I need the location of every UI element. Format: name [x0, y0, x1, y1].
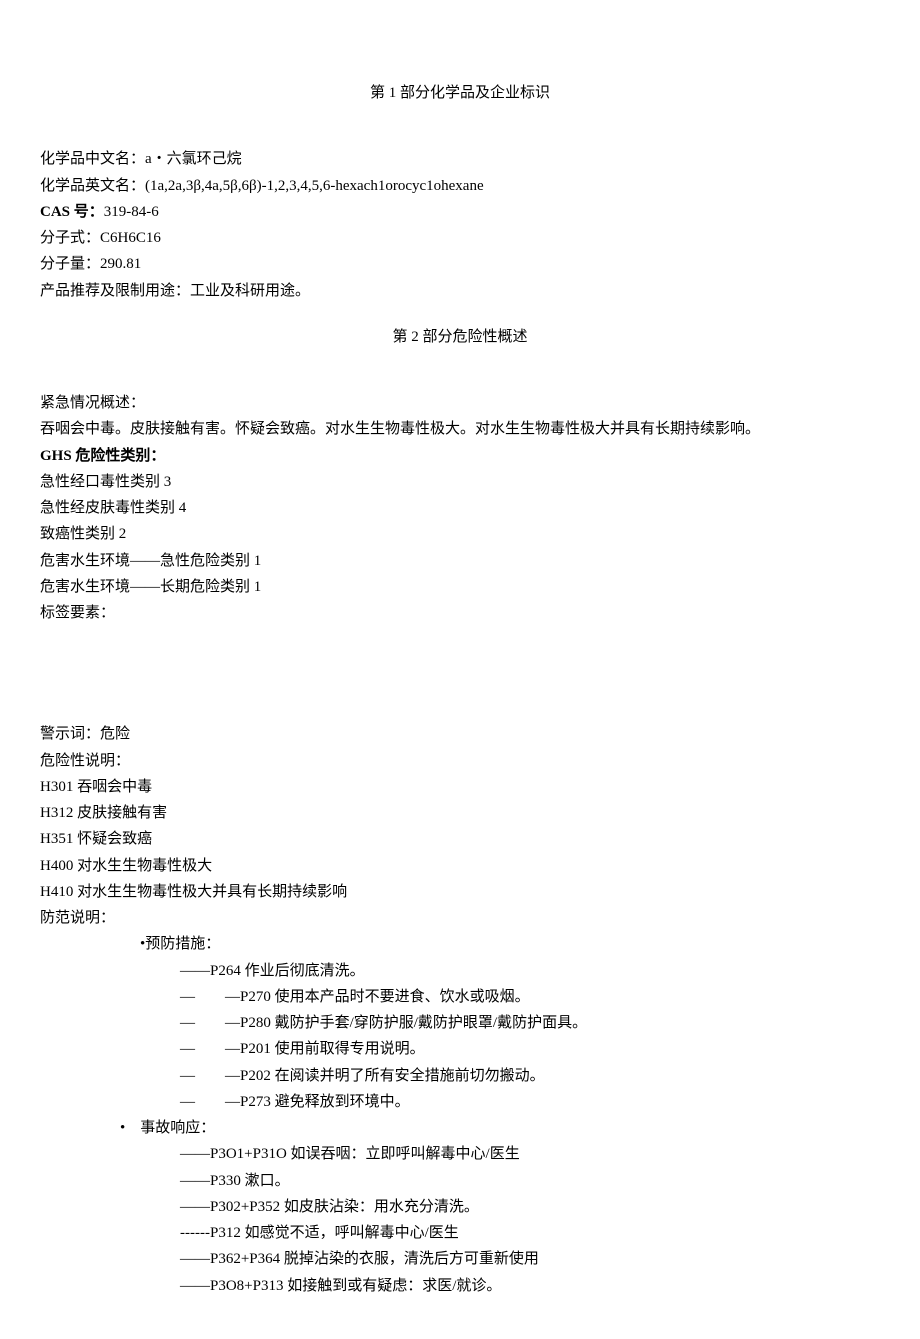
hazard-item: H312 皮肤接触有害 [40, 800, 880, 826]
signal-word: 警示词：危险 [40, 721, 880, 747]
use-value: 工业及科研用途。 [190, 283, 310, 299]
cas-number: CAS 号：319-84-6 [40, 199, 880, 225]
prevention-item: — —P270 使用本产品时不要进食、饮水或吸烟。 [40, 984, 880, 1010]
response-item: ——P3O8+P313 如接触到或有疑虑：求医/就诊。 [40, 1273, 880, 1299]
prevention-item: — —P202 在阅读并明了所有安全措施前切勿搬动。 [40, 1063, 880, 1089]
formula-value: C6H6C16 [100, 230, 161, 246]
cn-name-label: 化学品中文名： [40, 151, 145, 167]
label-elements: 标签要素： [40, 600, 880, 626]
ghs-category-label: GHS 危险性类别： [40, 443, 880, 469]
cas-value: 319-84-6 [104, 204, 159, 220]
en-name-label: 化学品英文名： [40, 178, 145, 194]
chemical-en-name: 化学品英文名：(1a,2a,3β,4a,5β,6β)-1,2,3,4,5,6-h… [40, 173, 880, 199]
precaution-label: 防范说明： [40, 905, 880, 931]
response-item: ——P302+P352 如皮肤沾染：用水充分清洗。 [40, 1194, 880, 1220]
emergency-label: 紧急情况概述： [40, 390, 880, 416]
signal-word-label: 警示词： [40, 726, 100, 742]
cn-name-value: a・六氯环己烷 [145, 151, 242, 167]
response-item: ------P312 如感觉不适，呼叫解毒中心/医生 [40, 1220, 880, 1246]
use-label: 产品推荐及限制用途： [40, 283, 190, 299]
prevention-header: •预防措施： [40, 931, 880, 957]
prevention-item: — —P201 使用前取得专用说明。 [40, 1036, 880, 1062]
hazard-item: H410 对水生生物毒性极大并具有长期持续影响 [40, 879, 880, 905]
ghs-item: 急性经皮肤毒性类别 4 [40, 495, 880, 521]
pictogram-placeholder [40, 626, 880, 721]
hazard-item: H400 对水生生物毒性极大 [40, 853, 880, 879]
ghs-item: 危害水生环境——急性危险类别 1 [40, 548, 880, 574]
molecular-formula: 分子式：C6H6C16 [40, 225, 880, 251]
section-2-title: 第 2 部分危险性概述 [40, 324, 880, 350]
signal-word-value: 危险 [100, 726, 130, 742]
ghs-item: 致癌性类别 2 [40, 521, 880, 547]
mw-label: 分子量： [40, 256, 100, 272]
formula-label: 分子式： [40, 230, 100, 246]
en-name-value: (1a,2a,3β,4a,5β,6β)-1,2,3,4,5,6-hexach1o… [145, 178, 484, 194]
hazard-statement-label: 危险性说明： [40, 748, 880, 774]
cas-label: CAS 号： [40, 204, 104, 220]
response-item: ——P330 漱口。 [40, 1168, 880, 1194]
response-header: • 事故响应： [40, 1115, 880, 1141]
mw-value: 290.81 [100, 256, 141, 272]
emergency-text: 吞咽会中毒。皮肤接触有害。怀疑会致癌。对水生生物毒性极大。对水生生物毒性极大并具… [40, 416, 880, 442]
prevention-item: — —P280 戴防护手套/穿防护服/戴防护眼罩/戴防护面具。 [40, 1010, 880, 1036]
ghs-item: 急性经口毒性类别 3 [40, 469, 880, 495]
hazard-item: H351 怀疑会致癌 [40, 826, 880, 852]
response-item: ——P3O1+P31O 如误吞咽：立即呼叫解毒中心/医生 [40, 1141, 880, 1167]
prevention-item: ——P264 作业后彻底清洗。 [40, 958, 880, 984]
section-1-title: 第 1 部分化学品及企业标识 [40, 80, 880, 106]
chemical-cn-name: 化学品中文名：a・六氯环己烷 [40, 146, 880, 172]
molecular-weight: 分子量：290.81 [40, 251, 880, 277]
product-use: 产品推荐及限制用途：工业及科研用途。 [40, 278, 880, 304]
prevention-item: — —P273 避免释放到环境中。 [40, 1089, 880, 1115]
response-item: ——P362+P364 脱掉沾染的衣服，清洗后方可重新使用 [40, 1246, 880, 1272]
hazard-item: H301 吞咽会中毒 [40, 774, 880, 800]
ghs-item: 危害水生环境——长期危险类别 1 [40, 574, 880, 600]
